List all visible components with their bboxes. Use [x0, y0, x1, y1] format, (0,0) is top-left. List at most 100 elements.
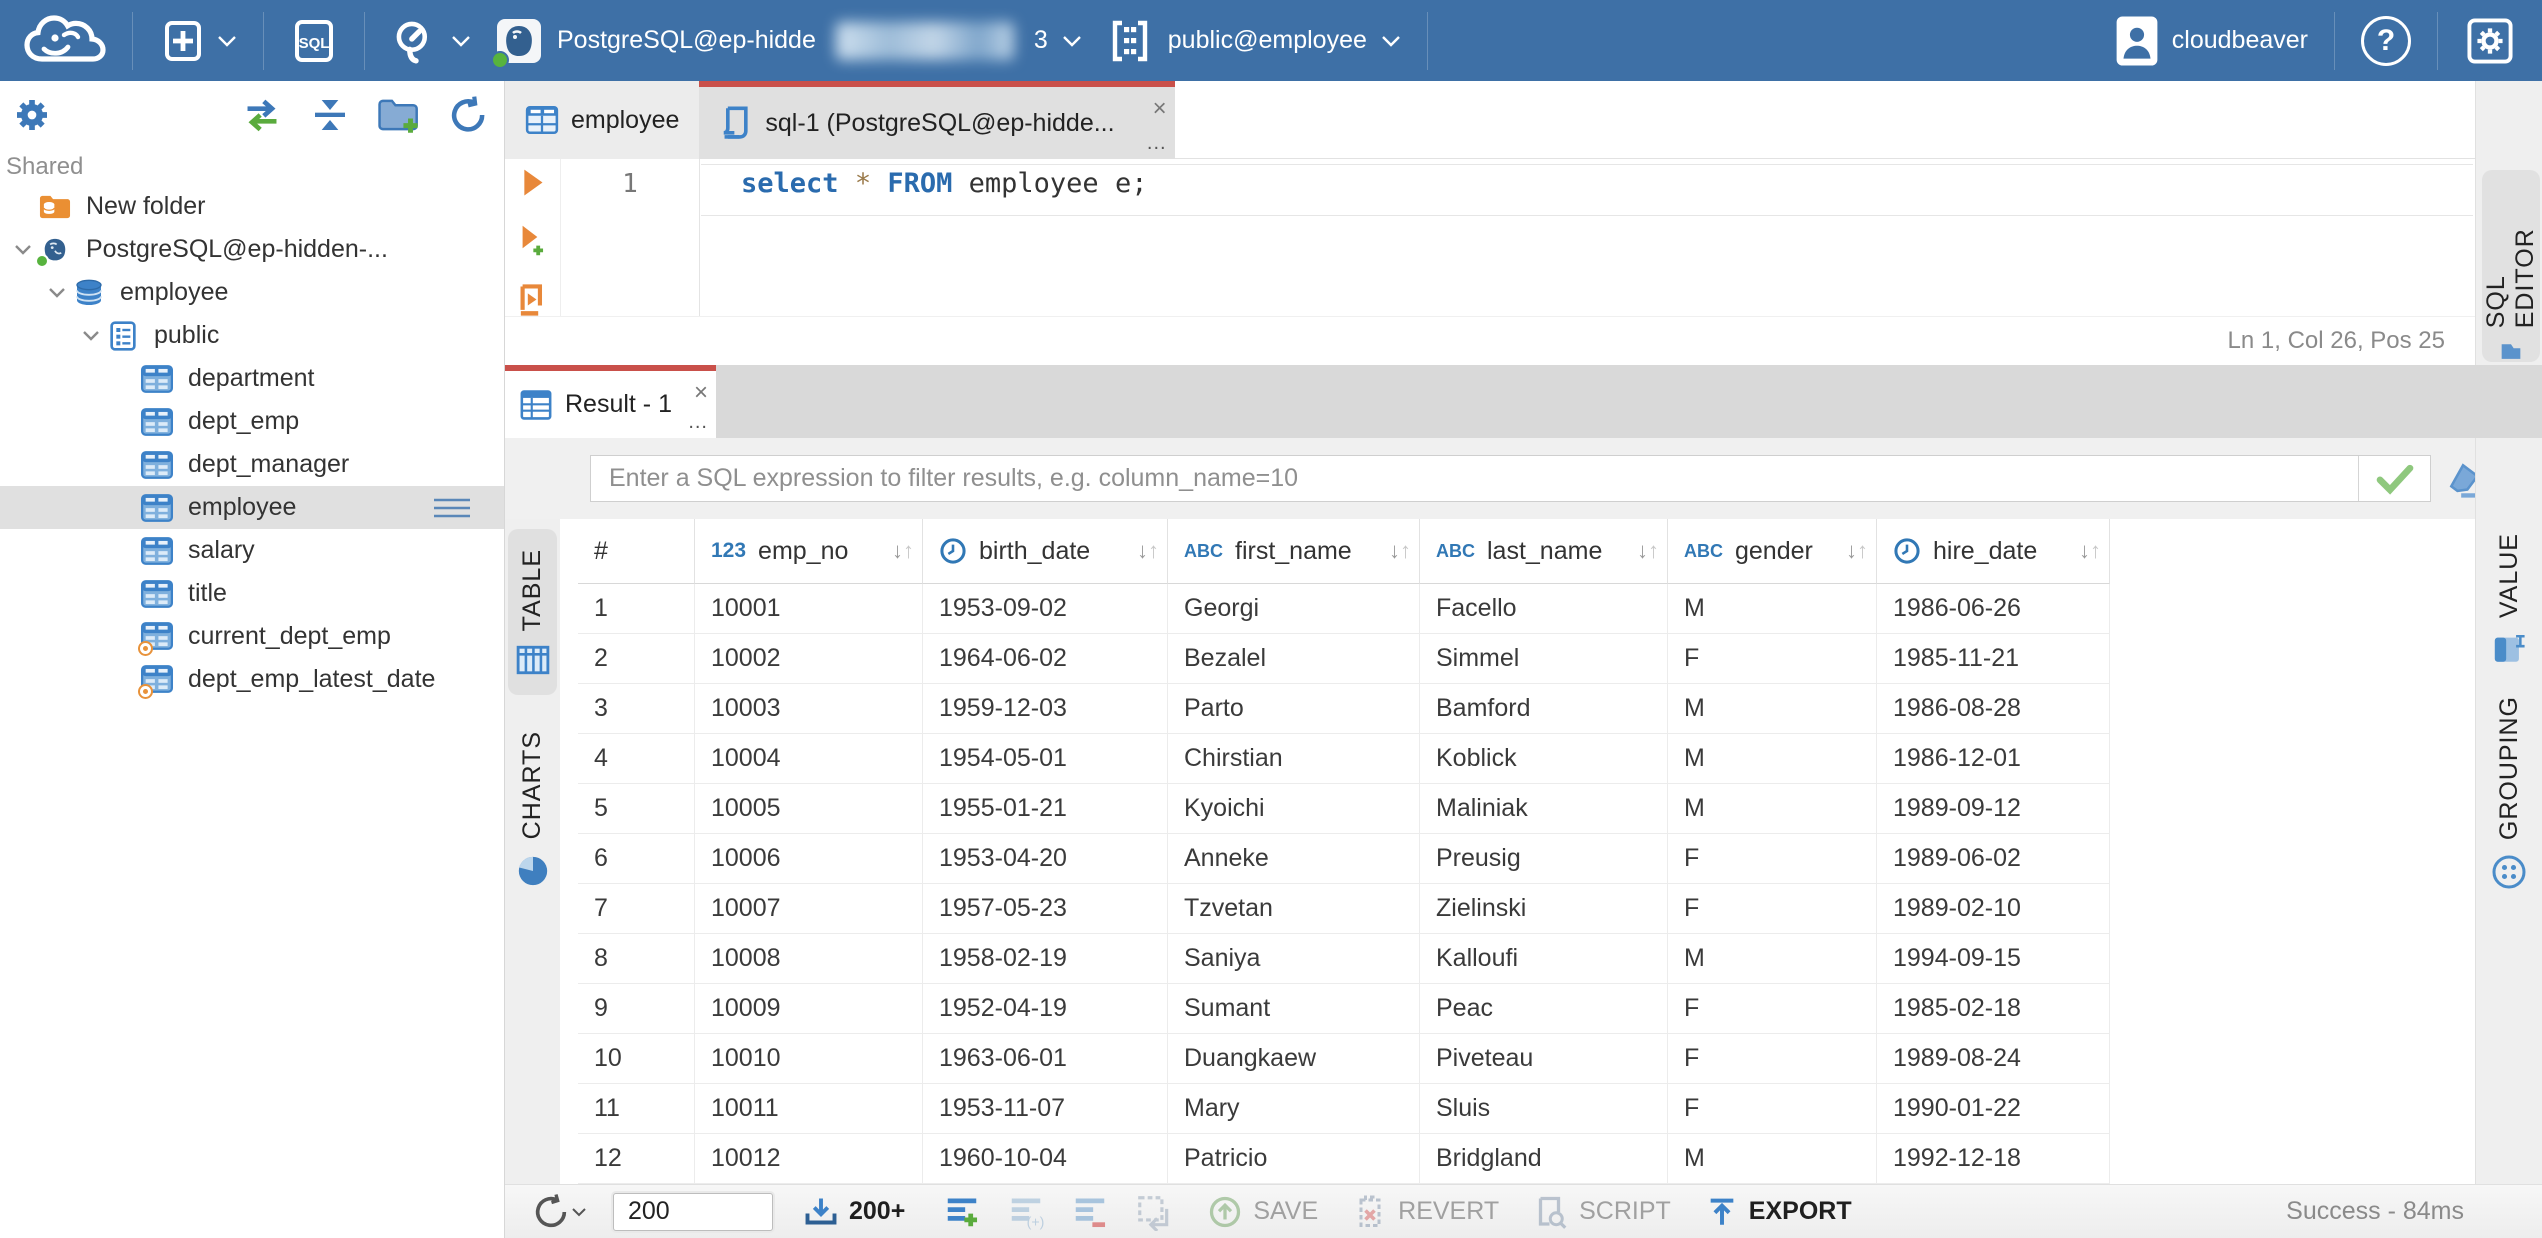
data-cell[interactable]: Piveteau [1420, 1034, 1668, 1084]
row-index-cell[interactable]: 2 [578, 634, 695, 684]
data-cell[interactable]: Saniya [1168, 934, 1420, 984]
column-header-last_name[interactable]: ABC last_name ↓↑ [1420, 519, 1668, 584]
data-cell[interactable]: F [1668, 984, 1877, 1034]
data-cell[interactable]: 10003 [695, 684, 923, 734]
data-cell[interactable]: 1986-08-28 [1877, 684, 2110, 734]
connection-selector[interactable]: PostgreSQL@ep-hidde 3 [483, 0, 1094, 81]
row-index-cell[interactable]: 1 [578, 584, 695, 634]
data-cell[interactable]: F [1668, 1034, 1877, 1084]
data-cell[interactable]: Bezalel [1168, 634, 1420, 684]
data-cell[interactable]: Zielinski [1420, 884, 1668, 934]
tree-item-new-folder[interactable]: New folder [0, 185, 504, 228]
data-cell[interactable]: Facello [1420, 584, 1668, 634]
script-button[interactable]: SCRIPT [1533, 1194, 1671, 1230]
data-cell[interactable]: 1989-02-10 [1877, 884, 2110, 934]
data-cell[interactable]: M [1668, 784, 1877, 834]
data-cell[interactable]: 1963-06-01 [923, 1034, 1168, 1084]
data-cell[interactable]: Simmel [1420, 634, 1668, 684]
delete-row-button[interactable] [1071, 1193, 1109, 1231]
row-index-cell[interactable]: 10 [578, 1034, 695, 1084]
expander-chevron-icon[interactable] [42, 286, 72, 299]
column-header-first_name[interactable]: ABC first_name ↓↑ [1168, 519, 1420, 584]
sort-arrows-icon[interactable]: ↓↑ [892, 538, 922, 564]
data-cell[interactable]: Duangkaew [1168, 1034, 1420, 1084]
data-cell[interactable]: Parto [1168, 684, 1420, 734]
data-cell[interactable]: M [1668, 1134, 1877, 1184]
add-row-button[interactable] [943, 1193, 981, 1231]
data-cell[interactable]: 1960-10-04 [923, 1134, 1168, 1184]
data-cell[interactable]: Chirstian [1168, 734, 1420, 784]
data-cell[interactable]: Maliniak [1420, 784, 1668, 834]
tab-overflow-icon[interactable]: ... [1147, 133, 1167, 153]
tab-charts-presentation[interactable]: CHARTS [508, 711, 557, 907]
data-cell[interactable]: F [1668, 884, 1877, 934]
data-cell[interactable]: 10004 [695, 734, 923, 784]
data-cell[interactable]: Bridgland [1420, 1134, 1668, 1184]
sort-arrows-icon[interactable]: ↓↑ [1137, 538, 1167, 564]
sort-arrows-icon[interactable]: ↓↑ [1637, 538, 1667, 564]
data-cell[interactable]: 1953-04-20 [923, 834, 1168, 884]
data-cell[interactable]: 10005 [695, 784, 923, 834]
data-cell[interactable]: 10001 [695, 584, 923, 634]
tree-item-title[interactable]: title [0, 572, 504, 615]
data-cell[interactable]: 10012 [695, 1134, 923, 1184]
fetch-size-input[interactable] [613, 1192, 773, 1231]
tree-item-dept-emp[interactable]: dept_emp [0, 400, 504, 443]
user-menu[interactable]: cloudbeaver [2100, 0, 2320, 81]
apply-filter-button[interactable] [2358, 456, 2430, 501]
tab-sql-editor-panel[interactable]: SQL EDITOR [2482, 170, 2540, 362]
new-sql-editor-button[interactable]: SQL [278, 0, 350, 81]
app-logo[interactable] [0, 0, 118, 81]
item-menu-icon[interactable] [432, 497, 472, 526]
data-cell[interactable]: 1953-09-02 [923, 584, 1168, 634]
link-with-editor-button[interactable] [240, 96, 284, 139]
data-cell[interactable]: 1986-12-01 [1877, 734, 2110, 784]
data-cell[interactable]: 1989-06-02 [1877, 834, 2110, 884]
data-cell[interactable]: 1992-12-18 [1877, 1134, 2110, 1184]
data-cell[interactable]: Sluis [1420, 1084, 1668, 1134]
data-cell[interactable]: 1957-05-23 [923, 884, 1168, 934]
data-cell[interactable]: M [1668, 684, 1877, 734]
data-cell[interactable]: 1958-02-19 [923, 934, 1168, 984]
apply-changes-button[interactable] [1135, 1193, 1173, 1231]
data-cell[interactable]: F [1668, 634, 1877, 684]
data-cell[interactable]: Koblick [1420, 734, 1668, 784]
data-cell[interactable]: Anneke [1168, 834, 1420, 884]
settings-button[interactable] [2452, 0, 2542, 81]
tab-result-1[interactable]: Result - 1 × ... [505, 365, 716, 438]
tree-item-department[interactable]: department [0, 357, 504, 400]
data-cell[interactable]: 1964-06-02 [923, 634, 1168, 684]
execute-script-icon[interactable] [517, 283, 549, 316]
data-cell[interactable]: 1989-09-12 [1877, 784, 2110, 834]
data-cell[interactable]: 1954-05-01 [923, 734, 1168, 784]
row-index-cell[interactable]: 7 [578, 884, 695, 934]
data-cell[interactable]: Mary [1168, 1084, 1420, 1134]
help-button[interactable]: ? [2349, 0, 2423, 81]
data-cell[interactable]: 1953-11-07 [923, 1084, 1168, 1134]
refresh-results-button[interactable] [531, 1192, 587, 1232]
fetch-more-button[interactable]: 200+ [803, 1194, 905, 1230]
execute-new-tab-icon[interactable] [517, 224, 549, 257]
filter-input[interactable] [591, 456, 2358, 501]
data-cell[interactable]: 1994-09-15 [1877, 934, 2110, 984]
data-cell[interactable]: 10006 [695, 834, 923, 884]
data-cell[interactable]: M [1668, 734, 1877, 784]
duplicate-row-button[interactable]: (+) [1007, 1193, 1045, 1231]
data-cell[interactable]: Preusig [1420, 834, 1668, 884]
close-icon[interactable]: × [1153, 97, 1167, 121]
expander-chevron-icon[interactable] [76, 329, 106, 342]
data-cell[interactable]: 1985-02-18 [1877, 984, 2110, 1034]
data-cell[interactable]: 1955-01-21 [923, 784, 1168, 834]
row-index-cell[interactable]: 3 [578, 684, 695, 734]
tree-item-public[interactable]: public [0, 314, 504, 357]
column-header-hire_date[interactable]: hire_date ↓↑ [1877, 519, 2110, 584]
data-cell[interactable]: 10010 [695, 1034, 923, 1084]
new-object-button[interactable] [147, 0, 249, 81]
row-index-cell[interactable]: 8 [578, 934, 695, 984]
row-index-cell[interactable]: 5 [578, 784, 695, 834]
column-header-index[interactable]: # [578, 519, 695, 584]
export-button[interactable]: EXPORT [1705, 1195, 1852, 1229]
row-index-cell[interactable]: 6 [578, 834, 695, 884]
data-cell[interactable]: Georgi [1168, 584, 1420, 634]
data-cell[interactable]: 10007 [695, 884, 923, 934]
